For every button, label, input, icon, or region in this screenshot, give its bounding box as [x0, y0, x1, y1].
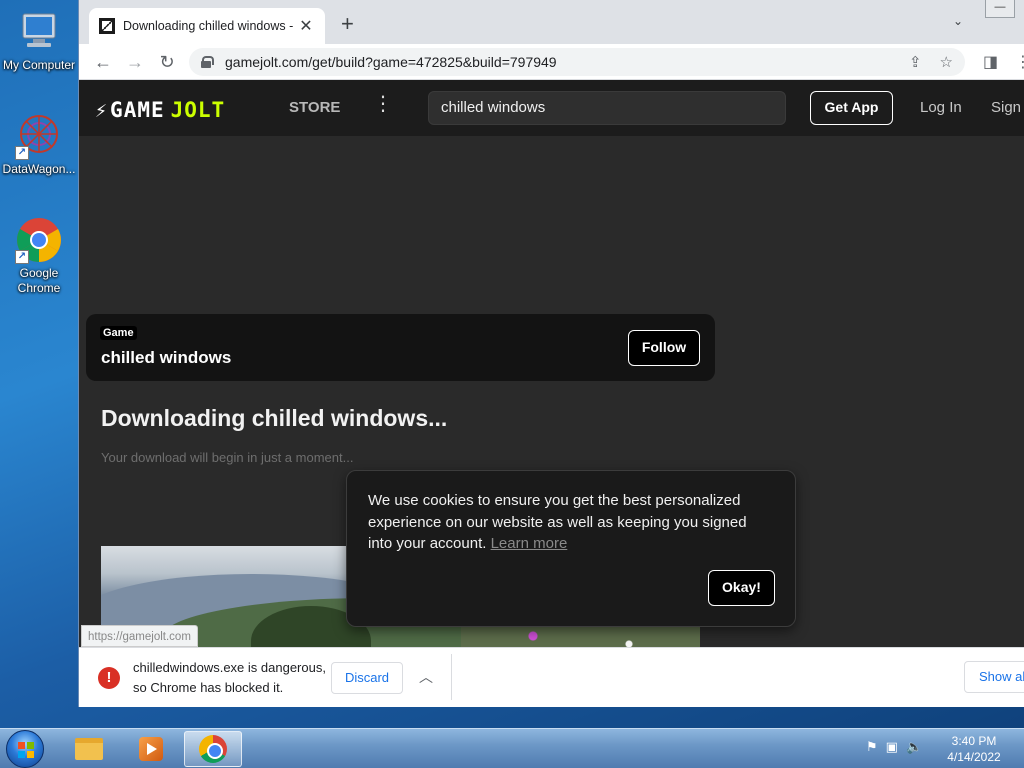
gamejolt-header: ⚡ GAME JOLT STORE ⋮ chilled windows Get … [79, 80, 1024, 136]
chevron-up-icon[interactable]: ︿ [419, 667, 433, 687]
download-warning-line2: so Chrome has blocked it. [133, 680, 284, 695]
cookie-banner: We use cookies to ensure you get the bes… [346, 470, 796, 627]
okay-button[interactable]: Okay! [708, 570, 775, 606]
logo-game: GAME [110, 98, 165, 122]
volume-icon[interactable]: 🔈 [906, 739, 922, 755]
logo-jolt: JOLT [170, 98, 226, 122]
tab-search-chevron-icon[interactable]: ⌄ [953, 14, 963, 28]
download-subtitle: Your download will begin in just a momen… [101, 450, 354, 465]
show-all-button[interactable]: Show all [964, 661, 1024, 693]
chrome-window: Downloading chilled windows - Game Jolt … [78, 0, 1024, 707]
media-player-icon [139, 737, 163, 761]
system-tray: ⚑ ▣ 🔈 [866, 739, 922, 755]
address-bar[interactable]: gamejolt.com/get/build?game=472825&build… [189, 48, 965, 76]
start-button[interactable] [6, 730, 44, 768]
shortcut-arrow-icon: ↗ [15, 250, 29, 264]
game-name[interactable]: chilled windows [101, 348, 231, 368]
game-tag-badge: Game [100, 326, 137, 340]
new-tab-icon[interactable]: + [341, 12, 354, 36]
download-warning-line1: chilledwindows.exe is dangerous, [133, 660, 326, 675]
action-center-flag-icon[interactable]: ⚑ [866, 739, 878, 755]
desktop-icon-label: Google Chrome [17, 266, 61, 295]
reload-icon[interactable]: ↻ [155, 50, 179, 74]
taskbar-chrome[interactable] [184, 731, 242, 767]
back-icon[interactable]: ← [91, 50, 115, 74]
download-shelf: ! chilledwindows.exe is dangerous, so Ch… [79, 647, 1024, 707]
bolt-icon: ⚡ [95, 98, 109, 122]
bookmark-star-icon[interactable]: ☆ [940, 53, 953, 71]
browser-toolbar: ← → ↻ gamejolt.com/get/build?game=472825… [79, 44, 1024, 80]
cookie-message: We use cookies to ensure you get the bes… [368, 490, 768, 555]
forward-icon[interactable]: → [123, 50, 147, 74]
login-link[interactable]: Log In [920, 99, 962, 116]
taskbar-explorer[interactable] [60, 731, 118, 767]
address-url[interactable]: gamejolt.com/get/build?game=472825&build… [225, 54, 891, 70]
desktop-icon-label: DataWagon... [2, 162, 76, 176]
gamejolt-page: ⚡ GAME JOLT STORE ⋮ chilled windows Get … [79, 80, 1024, 647]
clock[interactable]: 3:40 PM 4/14/2022 [938, 733, 1010, 765]
download-warning: chilledwindows.exe is dangerous, so Chro… [133, 658, 326, 698]
signup-link[interactable]: Sign Up [991, 99, 1024, 116]
network-icon[interactable]: ▣ [886, 739, 898, 755]
divider [451, 654, 452, 700]
tab-strip: Downloading chilled windows - Game Jolt … [79, 0, 1024, 44]
minimize-button[interactable]: — [985, 0, 1015, 18]
desktop-icon-label: My Computer [2, 58, 76, 72]
side-panel-icon[interactable]: ◨ [983, 52, 998, 72]
tab-gamejolt[interactable]: Downloading chilled windows - Game Jolt … [89, 8, 325, 44]
clock-time: 3:40 PM [951, 734, 997, 748]
computer-icon [15, 8, 63, 56]
menu-icon[interactable]: ⋮ [1015, 52, 1024, 72]
share-icon[interactable]: ⇪ [909, 53, 922, 71]
close-tab-icon[interactable]: ✕ [297, 16, 315, 36]
error-icon: ! [98, 667, 120, 689]
more-options-icon[interactable]: ⋮ [373, 94, 393, 114]
gamejolt-favicon-icon [99, 18, 115, 34]
tab-title: Downloading chilled windows - Game Jolt [123, 19, 297, 33]
gamejolt-logo[interactable]: ⚡ GAME JOLT [95, 98, 225, 122]
shortcut-arrow-icon: ↗ [15, 146, 29, 160]
chrome-icon: ↗ [15, 216, 63, 264]
folder-icon [75, 738, 103, 760]
chrome-icon [199, 735, 227, 763]
lock-icon[interactable] [201, 56, 214, 68]
store-link[interactable]: STORE [289, 99, 340, 116]
get-app-button[interactable]: Get App [810, 91, 893, 125]
download-title: Downloading chilled windows... [101, 405, 448, 431]
game-card: Game chilled windows Follow [86, 314, 715, 381]
status-bar-url: https://gamejolt.com [81, 625, 198, 647]
discard-button[interactable]: Discard [331, 662, 403, 694]
desktop-icon-datawagon[interactable]: ↗ DataWagon... [0, 112, 78, 177]
taskbar: ⚑ ▣ 🔈 3:40 PM 4/14/2022 [0, 728, 1024, 768]
desktop-icon-google-chrome[interactable]: ↗ Google Chrome [0, 216, 78, 296]
desktop-icon-my-computer[interactable]: My Computer [0, 8, 78, 73]
follow-button[interactable]: Follow [628, 330, 700, 366]
taskbar-media-player[interactable] [122, 731, 180, 767]
clock-date: 4/14/2022 [947, 750, 1001, 764]
learn-more-link[interactable]: Learn more [491, 535, 568, 552]
datawagon-icon: ↗ [15, 112, 63, 160]
search-input[interactable]: chilled windows [428, 91, 786, 125]
